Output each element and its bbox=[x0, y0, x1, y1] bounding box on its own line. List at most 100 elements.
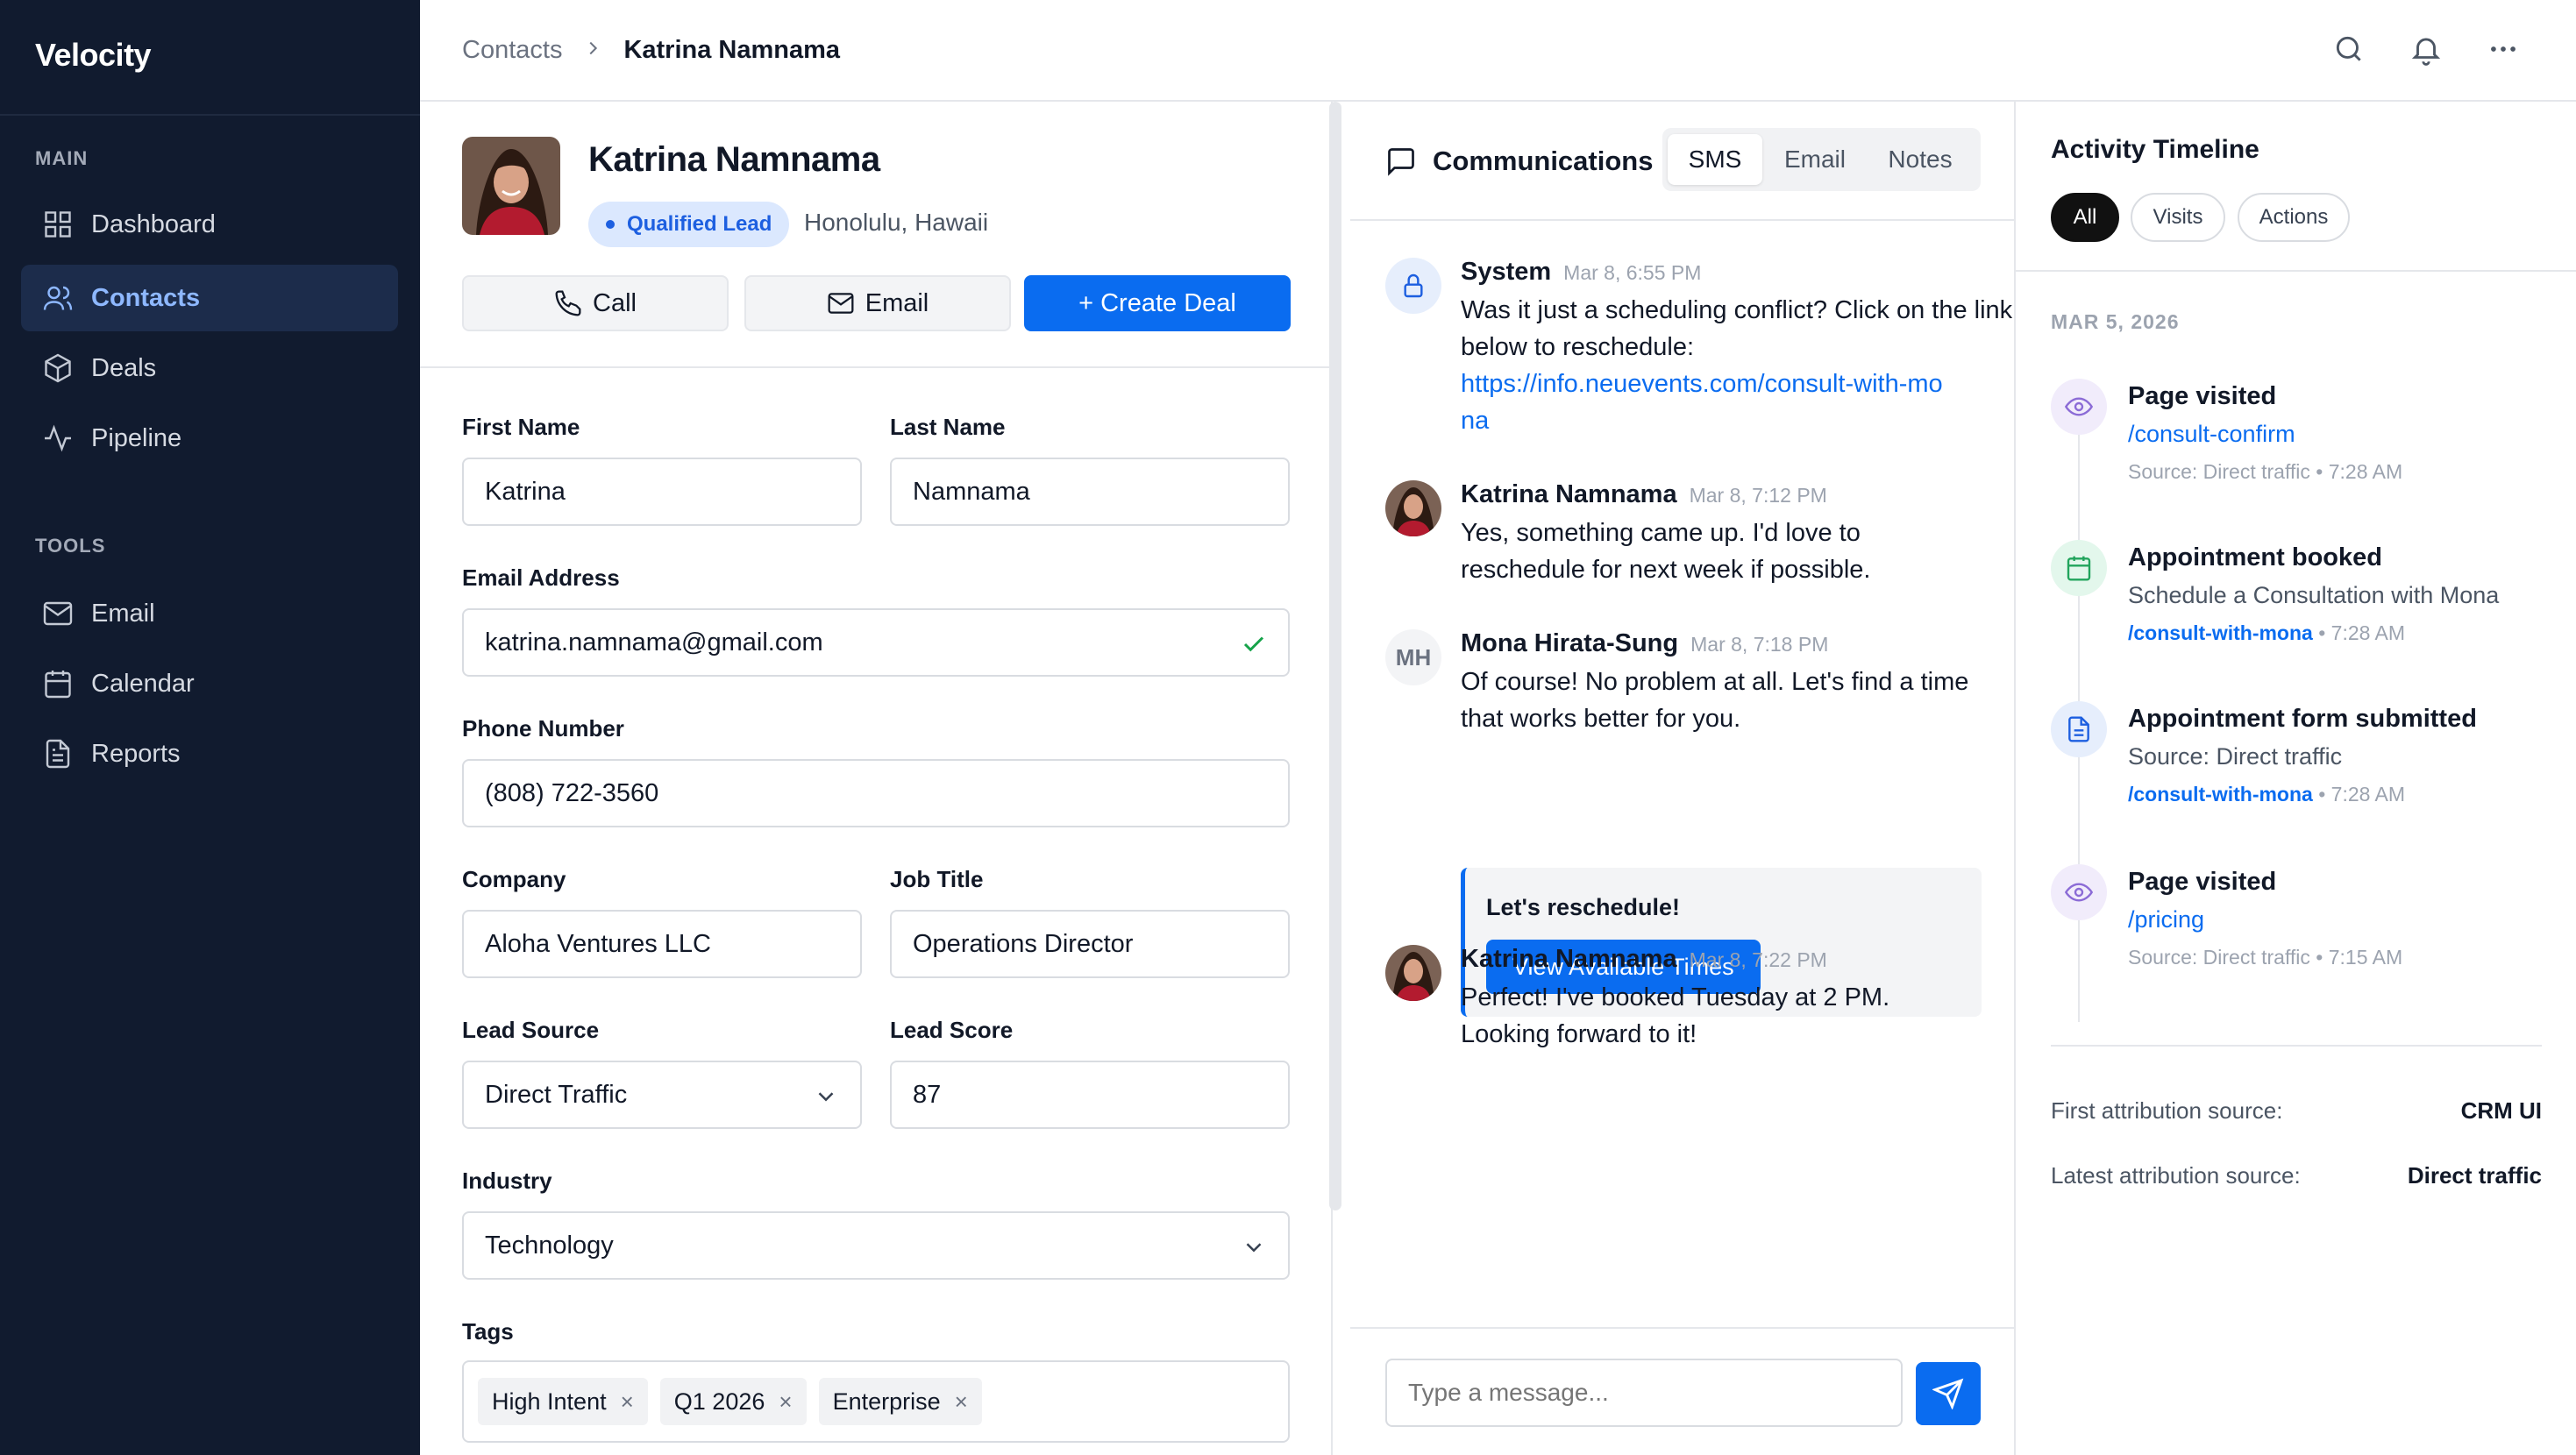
timeline-event-meta: /consult-with-mona • 7:28 AM bbox=[2128, 615, 2566, 650]
tag-label: High Intent bbox=[492, 1388, 607, 1415]
sidebar-item-label: Reports bbox=[91, 739, 181, 768]
first-name-label: First Name bbox=[462, 414, 580, 440]
message-time: Mar 8, 7:18 PM bbox=[1690, 633, 1829, 656]
attribution-label: First attribution source: bbox=[2051, 1097, 2283, 1124]
company-field[interactable]: Aloha Ventures LLC bbox=[462, 910, 862, 978]
job-title-field[interactable]: Operations Director bbox=[890, 910, 1290, 978]
tag-label: Enterprise bbox=[832, 1388, 941, 1415]
industry-select[interactable]: Technology bbox=[462, 1211, 1290, 1280]
close-icon[interactable]: × bbox=[621, 1388, 634, 1416]
message-input[interactable] bbox=[1385, 1359, 1903, 1427]
email-address-label: Email Address bbox=[462, 564, 620, 591]
last-name-field[interactable]: Namnama bbox=[890, 458, 1290, 526]
timeline-event-meta: Source: Direct traffic • 7:15 AM bbox=[2128, 946, 2403, 969]
calendar-icon bbox=[45, 671, 71, 699]
create-deal-button-label: + Create Deal bbox=[1078, 288, 1236, 317]
search-icon[interactable] bbox=[2330, 30, 2368, 68]
email-value: katrina.namnama@gmail.com bbox=[485, 628, 823, 657]
attribution-label: Latest attribution source: bbox=[2051, 1162, 2301, 1189]
phone-field[interactable]: (808) 722-3560 bbox=[462, 759, 1290, 827]
divider bbox=[420, 366, 1331, 368]
contact-name: Katrina Namnama bbox=[588, 140, 880, 179]
timeline-event-link[interactable]: /consult-with-mona bbox=[2128, 621, 2313, 644]
message-text: Perfect! I've booked Tuesday at 2 PM. Lo… bbox=[1461, 983, 1890, 1048]
call-button[interactable]: Call bbox=[462, 275, 729, 331]
message-body: Katrina Namnama Mar 8, 7:22 PM Perfect! I… bbox=[1461, 945, 2022, 1053]
sidebar-item-email[interactable]: Email bbox=[21, 580, 398, 647]
sidebar-item-label: Calendar bbox=[91, 669, 195, 698]
create-deal-button[interactable]: + Create Deal bbox=[1024, 275, 1291, 331]
communications-header: Communications SMS Email Notes bbox=[1350, 102, 2014, 221]
tab-sms[interactable]: SMS bbox=[1668, 134, 1762, 185]
filter-visits[interactable]: Visits bbox=[2131, 193, 2225, 242]
sidebar-item-deals[interactable]: Deals bbox=[21, 335, 398, 401]
first-attribution-row: First attribution source: CRM UI bbox=[2051, 1097, 2542, 1125]
sidebar-item-calendar[interactable]: Calendar bbox=[21, 650, 398, 717]
lead-score-value: 87 bbox=[913, 1080, 942, 1109]
lead-source-select[interactable]: Direct Traffic bbox=[462, 1061, 862, 1129]
tags-field[interactable]: High Intent × Q1 2026 × Enterprise × bbox=[462, 1360, 1290, 1443]
sidebar-item-reports[interactable]: Reports bbox=[21, 720, 398, 787]
file-icon bbox=[2051, 701, 2107, 757]
phone-icon bbox=[555, 290, 581, 316]
message-author: Katrina Namnama bbox=[1461, 945, 1677, 973]
send-button[interactable] bbox=[1916, 1362, 1981, 1425]
sidebar-item-pipeline[interactable]: Pipeline bbox=[21, 405, 398, 472]
timeline-event-body: Appointment booked Schedule a Consultati… bbox=[2128, 540, 2566, 650]
message-body: System Mar 8, 6:55 PM Was it just a sched… bbox=[1461, 258, 2022, 439]
reschedule-link[interactable]: https://info.neuevents.com/consult-with-… bbox=[1461, 366, 1952, 439]
timeline-event-meta: Source: Direct traffic • 7:28 AM bbox=[2128, 460, 2403, 483]
email-field[interactable]: katrina.namnama@gmail.com bbox=[462, 608, 1290, 677]
first-name-field[interactable]: Katrina bbox=[462, 458, 862, 526]
users-icon bbox=[43, 286, 73, 310]
chevron-down-icon bbox=[818, 1092, 834, 1102]
mail-icon bbox=[828, 293, 854, 314]
last-name-value: Namnama bbox=[913, 477, 1030, 506]
sidebar: Velocity MAIN Dashboard Contacts Deals P… bbox=[0, 0, 420, 1455]
industry-label: Industry bbox=[462, 1168, 552, 1194]
latest-attribution-row: Latest attribution source: Direct traffi… bbox=[2051, 1162, 2542, 1189]
file-text-icon bbox=[46, 739, 70, 769]
box-icon bbox=[45, 353, 71, 383]
timeline-event-title: Page visited bbox=[2128, 868, 2277, 896]
eye-icon bbox=[2051, 379, 2107, 435]
bell-icon[interactable] bbox=[2407, 30, 2445, 68]
app-logo[interactable]: Velocity bbox=[0, 0, 420, 116]
close-icon[interactable]: × bbox=[779, 1388, 792, 1416]
more-icon[interactable] bbox=[2484, 30, 2523, 68]
close-icon[interactable]: × bbox=[955, 1388, 968, 1416]
attribution-value: Direct traffic bbox=[2407, 1162, 2542, 1189]
sidebar-item-contacts[interactable]: Contacts bbox=[21, 265, 398, 331]
top-bar: Contacts Katrina Namnama bbox=[420, 0, 2576, 102]
message-time: Mar 8, 6:55 PM bbox=[1563, 261, 1702, 284]
sidebar-item-dashboard[interactable]: Dashboard bbox=[21, 191, 398, 258]
message-composer bbox=[1350, 1327, 2016, 1455]
sidebar-item-label: Email bbox=[91, 599, 155, 628]
filter-all[interactable]: All bbox=[2051, 193, 2119, 242]
attribution-value: CRM UI bbox=[2460, 1097, 2542, 1124]
scrollbar[interactable] bbox=[1329, 102, 1341, 1210]
timeline-event-link[interactable]: /consult-with-mona bbox=[2128, 783, 2313, 806]
breadcrumb-current: Katrina Namnama bbox=[623, 35, 841, 64]
filter-actions[interactable]: Actions bbox=[2238, 193, 2350, 242]
timeline-event-link[interactable]: /pricing bbox=[2128, 899, 2566, 940]
activity-icon bbox=[45, 424, 71, 452]
message-time: Mar 8, 7:22 PM bbox=[1689, 948, 1827, 971]
timeline-event-body: Page visited /pricing Source: Direct tra… bbox=[2128, 864, 2566, 975]
breadcrumb-contacts[interactable]: Contacts bbox=[462, 36, 562, 65]
job-title-label: Job Title bbox=[890, 866, 984, 892]
tab-notes[interactable]: Notes bbox=[1868, 134, 1973, 185]
tag-chip: High Intent × bbox=[478, 1378, 648, 1425]
communications-title-label: Communications bbox=[1433, 146, 1654, 176]
lead-source-value: Direct Traffic bbox=[485, 1080, 628, 1109]
timeline-event-detail: Schedule a Consultation with Mona bbox=[2128, 582, 2500, 608]
chevron-right-icon bbox=[583, 36, 602, 65]
email-button-label: Email bbox=[865, 288, 929, 317]
lead-score-field[interactable]: 87 bbox=[890, 1061, 1290, 1129]
status-dot bbox=[606, 220, 615, 229]
tab-email[interactable]: Email bbox=[1762, 134, 1868, 185]
email-button[interactable]: Email bbox=[744, 275, 1011, 331]
timeline-event-link[interactable]: /consult-confirm bbox=[2128, 414, 2566, 454]
timeline-date: MAR 5, 2026 bbox=[2051, 310, 2180, 333]
calendar-icon bbox=[2051, 540, 2107, 596]
